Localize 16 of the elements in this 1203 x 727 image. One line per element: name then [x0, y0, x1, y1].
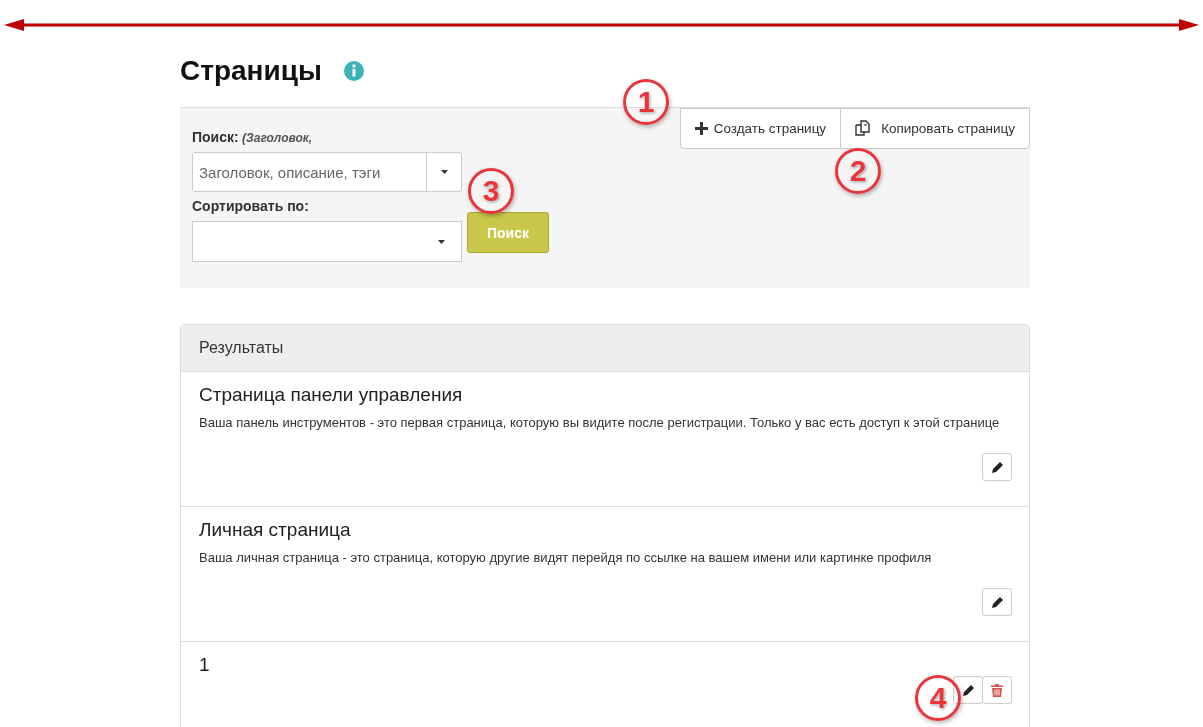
- create-page-button[interactable]: Создать страницу: [679, 108, 842, 149]
- page-description: Ваша личная страница - это страница, которую другие видят перейдя по ссылке на вашем имени или картинке профиля: [199, 549, 933, 567]
- page-title: Страницы: [180, 55, 322, 87]
- copy-page-button[interactable]: Копировать страницу: [840, 108, 1030, 149]
- search-label: Поиск: (Заголовок,: [192, 129, 314, 145]
- search-field[interactable]: Заголовок, описание, тэги: [192, 152, 462, 192]
- page-title-link[interactable]: Страница панели управления: [199, 384, 1011, 406]
- callout-marker: 2: [835, 148, 881, 194]
- callout-marker: 1: [623, 79, 669, 125]
- page-title-link[interactable]: 1: [199, 654, 1011, 676]
- sort-label: Сортировать по:: [192, 198, 310, 214]
- page-description: Ваша панель инструментов - это первая страница, которую вы видите после регистрации. Только у вас есть доступ к этой странице: [199, 414, 1001, 432]
- page-title-link[interactable]: Личная страница: [199, 519, 1011, 541]
- callout-marker: 4: [915, 675, 961, 721]
- callout-marker: 3: [468, 168, 514, 214]
- results-heading: Результаты: [181, 325, 1029, 372]
